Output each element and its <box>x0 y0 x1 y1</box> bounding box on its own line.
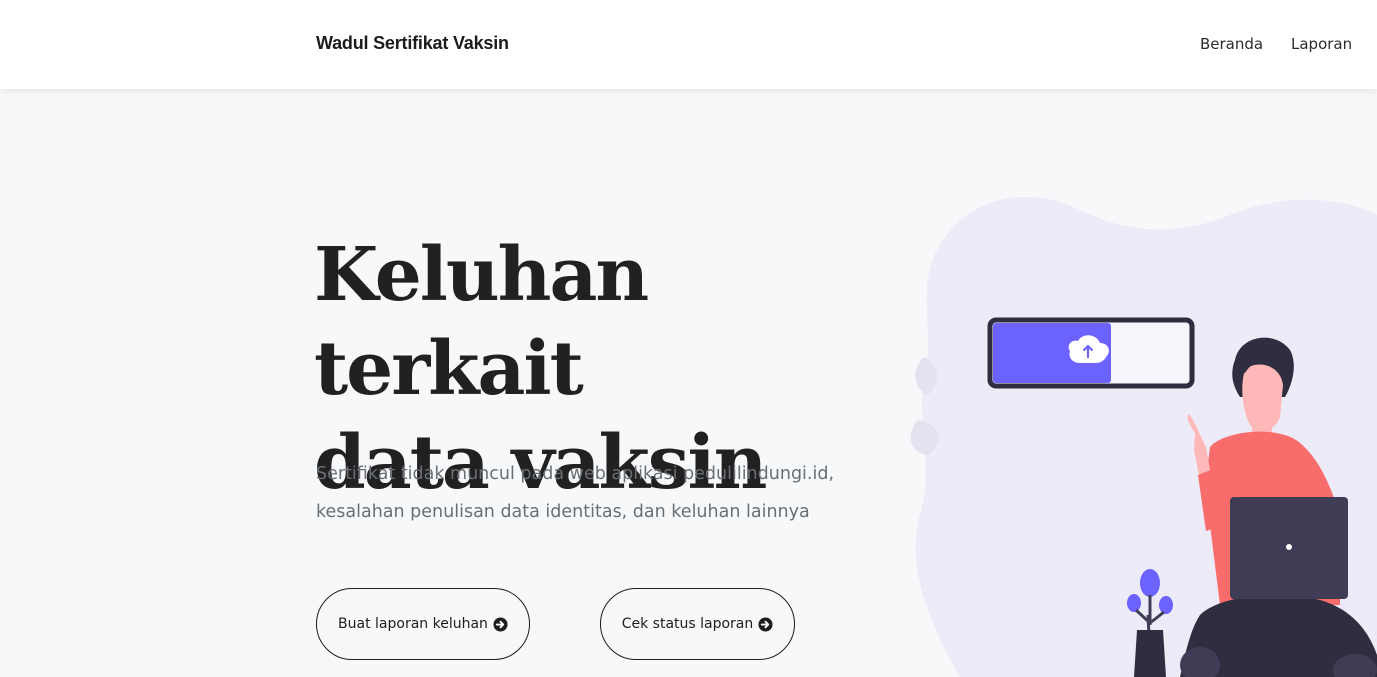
create-report-label: Buat laporan keluhan <box>338 616 488 632</box>
arrow-right-circle-icon <box>758 616 773 632</box>
nav-link-beranda[interactable]: Beranda <box>1200 35 1263 53</box>
arrow-right-circle-icon <box>493 616 508 632</box>
nav-link-laporan[interactable]: Laporan <box>1291 35 1352 53</box>
upload-illustration <box>910 196 1377 677</box>
hero-subtitle-line-2: kesalahan penulisan data identitas, dan … <box>316 502 810 522</box>
hero-subtitle: Sertifikat tidak muncul pada web aplikas… <box>316 455 876 531</box>
laptop-icon <box>1230 497 1348 599</box>
hero-subtitle-line-1: Sertifikat tidak muncul pada web aplikas… <box>316 464 835 484</box>
navbar: Wadul Sertifikat Vaksin Beranda Laporan <box>0 0 1377 89</box>
create-report-button[interactable]: Buat laporan keluhan <box>316 588 530 660</box>
hero-title-line-1: Keluhan terkait <box>314 232 649 412</box>
check-status-label: Cek status laporan <box>621 616 754 632</box>
brand-logo-text[interactable]: Wadul Sertifikat Vaksin <box>316 33 509 54</box>
check-status-button[interactable]: Cek status laporan <box>600 588 795 660</box>
